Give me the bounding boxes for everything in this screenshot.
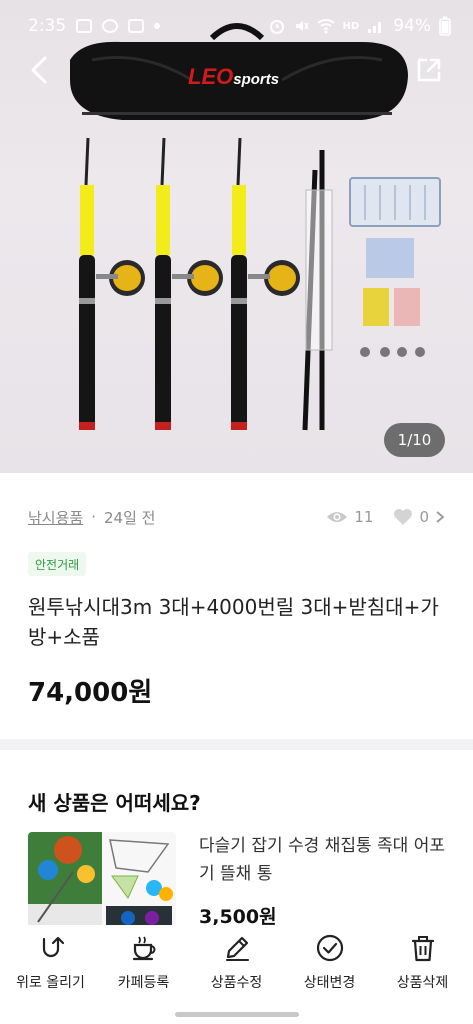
image-counter: 1/10 <box>384 423 445 457</box>
category-link[interactable]: 낚시용품 <box>28 507 83 528</box>
back-arrow-icon[interactable] <box>22 52 58 88</box>
section-divider <box>0 739 473 750</box>
delete-product-button[interactable]: 상품삭제 <box>379 925 467 1010</box>
recommended-product[interactable]: 다슬기 잡기 수경 채집통 족대 어포기 뜰채 통 3,500원 <box>28 832 448 932</box>
alarm-icon <box>269 20 284 34</box>
view-count: 11 <box>326 508 373 526</box>
edit-product-label: 상품수정 <box>210 975 263 991</box>
home-indicator[interactable] <box>175 1012 299 1017</box>
status-time: 2:35 <box>28 16 67 36</box>
posted-time: 24일 전 <box>103 508 156 527</box>
mute-icon <box>295 21 309 31</box>
network-type: HD <box>342 20 360 32</box>
bottom-action-bar: 위로 올리기 카페등록 상품수정 상태변경 상품삭제 <box>0 925 473 1010</box>
battery-level: 94% <box>393 16 431 36</box>
share-icon[interactable] <box>413 54 445 86</box>
product-meta: 낚시용품 · 24일 전 11 0 <box>28 505 445 529</box>
bump-up-icon <box>42 936 64 958</box>
meta-separator: · <box>91 508 96 526</box>
product-image[interactable]: 2:35 HD 94% LEOsports 1/10 <box>0 0 473 473</box>
notification-icon <box>128 19 145 33</box>
delete-product-label: 상품삭제 <box>396 975 449 991</box>
bump-up-button[interactable]: 위로 올리기 <box>7 925 95 1010</box>
bag-brand-logo: LEOsports <box>188 64 280 89</box>
product-title: 원투낚시대3m 3대+4000번릴 3대+받침대+가방+소품 <box>28 595 439 649</box>
wifi-icon <box>316 19 335 34</box>
product-price: 74,000원 <box>28 678 153 708</box>
gallery-icon <box>76 19 93 33</box>
recommended-product-title: 다슬기 잡기 수경 채집통 족대 어포기 뜰채 통 <box>199 836 445 884</box>
heart-icon <box>394 509 413 525</box>
cafe-register-label: 카페등록 <box>117 975 170 991</box>
cafe-register-button[interactable]: 카페등록 <box>100 925 188 1010</box>
recommendation-heading: 새 상품은 어떠세요? <box>28 791 201 815</box>
cafe-cup-icon <box>132 936 155 961</box>
signal-icon <box>368 22 382 33</box>
eye-icon <box>327 512 348 522</box>
chevron-right-icon <box>436 511 445 523</box>
change-status-button[interactable]: 상태변경 <box>286 925 374 1010</box>
like-count[interactable]: 0 <box>393 508 445 526</box>
like-count-value: 0 <box>419 508 429 526</box>
recommended-product-thumbnail <box>28 832 176 932</box>
trash-icon <box>411 936 434 962</box>
bump-up-label: 위로 올리기 <box>16 975 85 991</box>
battery-icon <box>439 16 451 36</box>
view-count-value: 11 <box>354 508 374 526</box>
pencil-icon <box>225 936 249 961</box>
status-bar: 2:35 HD 94% <box>0 0 473 52</box>
change-status-label: 상태변경 <box>303 975 356 991</box>
shield-icon <box>102 19 119 33</box>
fishing-rods-illustration <box>79 137 441 431</box>
more-notifications-icon <box>154 23 161 29</box>
safe-trade-badge: 안전거래 <box>28 552 87 576</box>
edit-product-button[interactable]: 상품수정 <box>193 925 281 1010</box>
check-circle-icon <box>316 934 343 962</box>
